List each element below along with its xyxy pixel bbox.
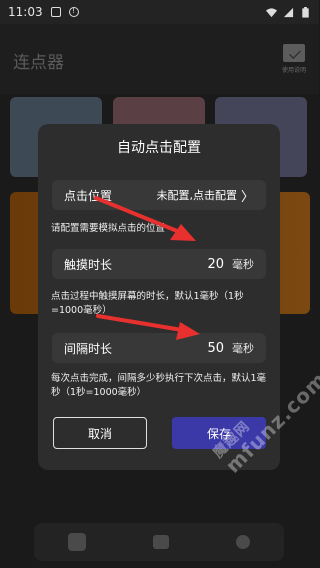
touch-duration-label: 触摸时长 xyxy=(64,257,113,272)
app-notification-icon xyxy=(50,7,61,17)
click-position-label: 点击位置 xyxy=(64,188,113,203)
interval-duration-row[interactable]: 间隔时长 50 毫秒 xyxy=(52,333,266,363)
app-title: 连点器 xyxy=(13,53,64,73)
manual-button[interactable]: 使用说明 xyxy=(281,44,307,78)
person-icon[interactable] xyxy=(236,535,251,549)
touch-hint: 点击过程中触摸屏幕的时长，默认1毫秒（1秒=1000毫秒） xyxy=(51,291,244,316)
manual-label: 使用说明 xyxy=(281,67,306,74)
envelope-icon xyxy=(283,44,305,62)
click-position-status: 未配置,点击配置 xyxy=(156,189,237,202)
touch-duration-value[interactable]: 20 xyxy=(207,257,224,272)
chevron-right-icon: 〉 xyxy=(240,189,254,205)
battery-icon xyxy=(302,6,309,18)
cancel-button[interactable]: 取消 xyxy=(53,417,147,449)
status-bar: 11:03 ! xyxy=(0,0,319,24)
status-time: 11:03 xyxy=(8,5,43,19)
interval-hint: 每次点击完成，间隔多少秒执行下次点击，默认1毫秒（1秒=1000毫秒） xyxy=(51,373,267,398)
touch-duration-row[interactable]: 触摸时长 20 毫秒 xyxy=(52,249,266,279)
camera-icon[interactable] xyxy=(152,535,169,549)
interval-duration-label: 间隔时长 xyxy=(64,341,113,356)
signal-icon xyxy=(283,7,294,17)
wifi-icon xyxy=(266,7,277,17)
dialog-title: 自动点击配置 xyxy=(117,140,201,156)
touch-duration-unit: 毫秒 xyxy=(232,258,254,271)
click-position-row[interactable]: 点击位置 未配置,点击配置 〉 xyxy=(52,180,266,210)
cursor-icon[interactable] xyxy=(67,533,86,551)
alert-icon: ! xyxy=(68,7,79,17)
bottom-toolbar xyxy=(34,523,284,561)
interval-duration-value[interactable]: 50 xyxy=(207,341,224,356)
app-header: 连点器 使用说明 xyxy=(0,24,319,94)
interval-duration-unit: 毫秒 xyxy=(232,342,254,355)
position-hint: 请配置需要模拟点击的位置 xyxy=(51,223,166,234)
